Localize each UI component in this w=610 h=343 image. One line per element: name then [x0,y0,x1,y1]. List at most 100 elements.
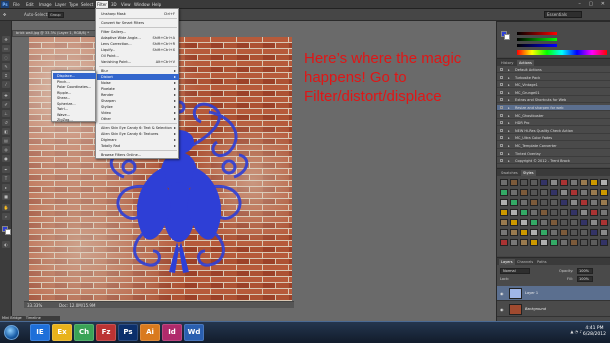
quick-select-tool-icon[interactable]: ✎ [2,63,10,70]
menu-edit[interactable]: Edit [25,1,35,8]
checkmark-icon[interactable] [500,128,503,132]
style-swatch[interactable] [510,229,518,236]
layer-row[interactable]: ◉ Layer 1 [497,286,610,301]
style-swatch[interactable] [510,209,518,216]
taskbar-app-button[interactable]: Ps [118,324,138,341]
style-swatch[interactable] [530,239,538,246]
filter-menu-item[interactable]: Convert for Smart Filters [97,20,179,26]
menu-type[interactable]: Type [68,1,79,8]
checkmark-icon[interactable] [500,136,503,140]
folder-icon[interactable]: ▸ [508,151,510,157]
style-swatch[interactable] [560,219,568,226]
style-swatch[interactable] [550,219,558,226]
menu-file[interactable]: File [12,1,21,8]
filter-menu-item[interactable]: Vanishing Point... Alt+Ctrl+V [97,59,179,65]
style-swatch[interactable] [560,189,568,196]
action-set-row[interactable]: ▸ NEW Hi-Res Quality Check Action [497,128,610,134]
menu-3d[interactable]: 3D [110,1,118,8]
folder-icon[interactable]: ▸ [508,135,510,141]
hand-tool-icon[interactable]: ✋ [2,204,10,211]
gradient-tool-icon[interactable]: ▤ [2,137,10,144]
green-slider[interactable] [517,38,557,41]
style-swatch[interactable] [600,189,608,196]
eyedropper-tool-icon[interactable]: ⁄ [2,81,10,88]
folder-icon[interactable]: ▸ [508,82,510,88]
type-tool-icon[interactable]: T [2,175,10,182]
style-swatch[interactable] [530,199,538,206]
style-swatch[interactable] [500,239,508,246]
menu-layer[interactable]: Layer [54,1,67,8]
style-swatch[interactable] [570,179,578,186]
style-swatch[interactable] [540,209,548,216]
style-swatch[interactable] [530,209,538,216]
style-swatch[interactable] [550,209,558,216]
folder-icon[interactable]: ▸ [508,120,510,126]
style-swatch[interactable] [580,239,588,246]
quick-mask-icon[interactable]: ◐ [2,241,10,248]
taskbar-app-button[interactable]: Wd [184,324,204,341]
blur-tool-icon[interactable]: ◍ [2,146,10,153]
style-swatch[interactable] [520,239,528,246]
style-swatch[interactable] [550,179,558,186]
style-swatch[interactable] [500,199,508,206]
shape-tool-icon[interactable]: ■ [2,193,10,200]
start-button-icon[interactable] [4,325,19,340]
style-swatch[interactable] [600,179,608,186]
style-swatch[interactable] [520,189,528,196]
window-controls[interactable]: – ▢ ✕ [578,1,608,7]
workspace-switcher[interactable]: Essentials [544,11,582,18]
style-swatch[interactable] [580,199,588,206]
style-swatch[interactable] [520,219,528,226]
style-swatch[interactable] [600,229,608,236]
action-set-row[interactable]: ▸ MC_Ultra Color Fades [497,135,610,142]
style-swatch[interactable] [510,219,518,226]
checkmark-icon[interactable] [500,159,503,163]
checkmark-icon[interactable] [500,68,503,71]
action-set-row[interactable]: ▸ Copyright © 2012 - Trent Brock [497,158,610,165]
style-swatch[interactable] [580,179,588,186]
dodge-tool-icon[interactable]: ● [2,155,10,162]
action-set-row[interactable]: ▸ Turbosite Pack [497,75,610,81]
background-color-swatch[interactable] [5,229,11,235]
blend-mode-dropdown[interactable]: Normal [500,268,530,274]
blue-slider[interactable] [517,44,557,47]
style-swatch[interactable] [540,179,548,186]
tab-layers[interactable]: Layers [499,259,515,265]
style-swatch[interactable] [510,199,518,206]
style-swatch[interactable] [600,209,608,216]
taskbar-app-button[interactable]: IE [30,324,50,341]
tab-swatches[interactable]: Swatches [499,170,520,176]
taskbar-app-button[interactable]: Ai [140,324,160,341]
style-swatch[interactable] [560,199,568,206]
style-swatch[interactable] [500,189,508,196]
checkmark-icon[interactable] [500,98,503,102]
style-swatch[interactable] [590,199,598,206]
tab-styles[interactable]: Styles [521,170,536,176]
style-swatch[interactable] [500,209,508,216]
checkmark-icon[interactable] [500,90,503,94]
checkmark-icon[interactable] [500,106,503,109]
eraser-tool-icon[interactable]: ◧ [2,128,10,135]
taskbar-app-button[interactable]: Ch [74,324,94,341]
action-set-row[interactable]: ▸ MC_Template Converter [497,143,610,149]
brush-tool-icon[interactable]: ✐ [2,101,10,108]
checkmark-icon[interactable] [500,121,503,125]
fill-field[interactable]: 100% [577,276,593,282]
style-swatch[interactable] [570,199,578,206]
auto-select-dropdown[interactable]: Group [48,12,64,18]
color-ramp[interactable] [517,50,607,55]
taskbar-clock[interactable]: 4:41 PM 6/28/2012 [583,326,606,338]
style-swatch[interactable] [570,209,578,216]
checkmark-icon[interactable] [500,144,503,147]
photoshop-logo-icon[interactable]: Ps [1,1,9,8]
pen-tool-icon[interactable]: ✒ [2,166,10,173]
style-swatch[interactable] [550,189,558,196]
menu-select[interactable]: Select [80,1,94,8]
action-set-row[interactable]: ▸ MC_Vintage1 [497,82,610,89]
marquee-tool-icon[interactable]: ▭ [2,45,10,52]
style-swatch[interactable] [530,229,538,236]
mini-bridge-tab[interactable]: Mini Bridge [2,316,22,320]
checkmark-icon[interactable] [500,83,503,87]
style-swatch[interactable] [590,189,598,196]
zoom-tool-icon[interactable]: ⌕ [2,213,10,220]
